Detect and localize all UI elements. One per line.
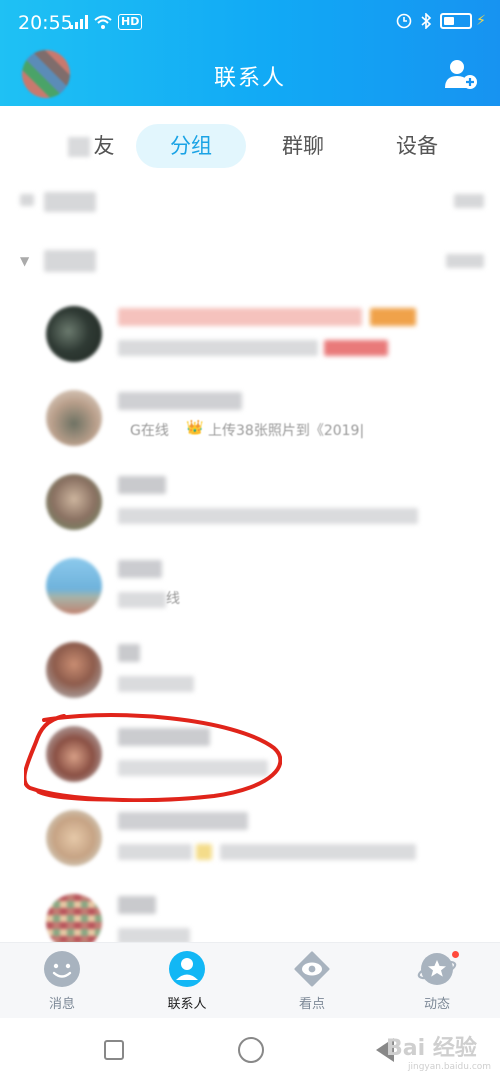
avatar [46,558,102,614]
contact-status [118,508,418,524]
watermark-url: jingyan.baidu.com [408,1062,492,1072]
contact-name [118,896,156,914]
avatar [46,810,102,866]
avatar [46,390,102,446]
contact-name [118,560,162,578]
contact-name [118,644,140,662]
contacts-icon [169,951,205,987]
page-title: 联系人 [213,66,286,91]
add-friend-icon[interactable] [444,58,478,90]
recent-apps-button[interactable] [104,1040,124,1060]
message-icon [44,951,80,987]
wifi-icon [94,15,112,29]
group-count [446,254,484,268]
vip-badge [370,308,416,326]
group-row-expanded[interactable]: ▼ [0,242,500,282]
bluetooth-icon [421,13,432,29]
alarm-icon [396,13,412,29]
nav-contacts[interactable]: 联系人 [137,949,237,1012]
tab-friends[interactable]: 友 [36,124,146,168]
contact-name [118,392,242,410]
watermark: Bai 经验 [386,1036,477,1061]
status-time: 20:55 [18,12,73,34]
activity-text [220,844,416,860]
nav-discover[interactable]: 看点 [262,949,362,1012]
red-annotation-circle [24,713,282,802]
online-status: 线 [166,591,180,607]
chevron-down-icon: ▼ [20,254,30,268]
contact-status [118,844,192,860]
contact-row[interactable] [0,466,500,550]
eye-icon [294,951,330,987]
status-bar: 20:55 HD ⚡ [0,0,500,50]
tab-group-chats[interactable]: 群聊 [248,124,358,168]
vip-icon: 👑 [186,420,204,436]
home-button[interactable] [238,1037,264,1063]
contact-row[interactable] [0,802,500,886]
signal-icon [70,15,88,29]
hd-icon: HD [118,14,143,30]
group-count [454,194,484,208]
activity-text: 上传38张照片到《2019| [208,423,365,439]
system-nav-bar: Bai 经验 jingyan.baidu.com [0,1018,500,1084]
contact-tag [324,340,388,356]
bottom-nav: 消息 联系人 看点 动态 [0,942,500,1018]
nav-messages[interactable]: 消息 [12,949,112,1012]
contact-row[interactable] [0,634,500,718]
group-name [44,250,96,272]
contact-name [118,476,166,494]
contact-row[interactable]: G在线 👑 上传38张照片到《2019| [0,382,500,466]
contact-status [118,592,166,608]
contact-row[interactable]: 线 [0,550,500,634]
contact-name [118,308,362,326]
online-status: G在线 [130,423,169,439]
group-name [44,192,96,212]
app-header: 20:55 HD ⚡ 联系人 [0,0,500,106]
contact-name [118,812,248,830]
group-row-collapsed[interactable] [0,182,500,222]
tab-devices[interactable]: 设备 [362,124,472,168]
notification-badge [450,949,461,960]
contact-status [118,340,318,356]
avatar [46,306,102,362]
charging-icon: ⚡ [476,13,486,29]
vip-icon [196,844,212,860]
nav-feed[interactable]: 动态 [387,949,487,1012]
contact-tabs: 友 分组 群聊 设备 [0,120,500,172]
contact-status [118,676,194,692]
avatar [46,642,102,698]
battery-icon [440,13,473,29]
avatar [46,474,102,530]
tab-groups[interactable]: 分组 [136,124,246,168]
contact-row[interactable] [0,298,500,382]
